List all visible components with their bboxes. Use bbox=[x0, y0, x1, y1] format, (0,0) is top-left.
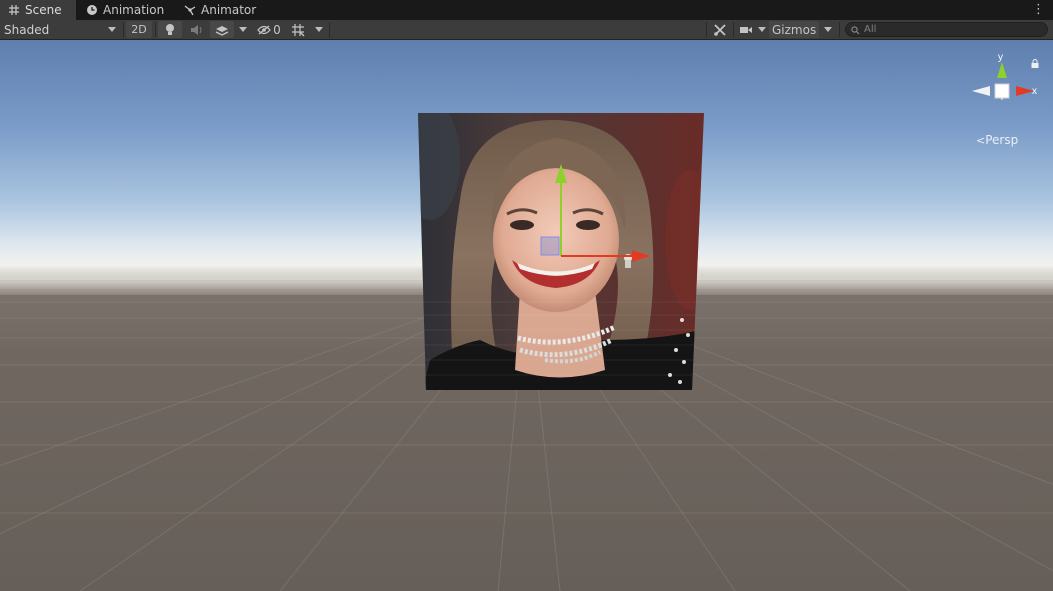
tab-animator-label: Animator bbox=[201, 3, 257, 17]
chevron-down-icon bbox=[239, 27, 247, 32]
grid-snap-toggle[interactable] bbox=[287, 21, 309, 38]
chevron-down-icon bbox=[824, 27, 832, 32]
effects-toggle[interactable] bbox=[210, 21, 234, 38]
projection-toggle[interactable]: <Persp bbox=[976, 133, 1018, 147]
gizmo-y-label: y bbox=[998, 52, 1003, 63]
kebab-menu-icon[interactable]: ⋮ bbox=[1032, 2, 1045, 17]
search-icon bbox=[851, 26, 860, 35]
divider bbox=[123, 22, 124, 37]
textured-quad-object[interactable] bbox=[0, 40, 1053, 591]
tab-scene[interactable]: Scene bbox=[0, 0, 76, 20]
draw-mode-dropdown[interactable]: Shaded bbox=[0, 21, 122, 38]
gizmos-button[interactable]: Gizmos bbox=[769, 21, 819, 38]
effects-layers-icon bbox=[215, 25, 229, 36]
tab-scene-label: Scene bbox=[25, 3, 62, 17]
speaker-icon bbox=[190, 24, 201, 35]
chevron-down-icon bbox=[758, 27, 766, 32]
persp-chevron-icon: < bbox=[976, 134, 986, 147]
clock-icon bbox=[87, 5, 97, 15]
divider bbox=[733, 22, 734, 37]
chevron-down-icon bbox=[108, 27, 116, 32]
grid-dropdown[interactable] bbox=[311, 21, 327, 38]
tools-button[interactable] bbox=[709, 21, 731, 38]
tools-wrench-icon bbox=[714, 23, 726, 36]
effects-dropdown[interactable] bbox=[235, 21, 251, 38]
toggle-2d-button[interactable]: 2D bbox=[126, 21, 152, 38]
camera-dropdown[interactable] bbox=[756, 21, 768, 38]
projection-label: Persp bbox=[985, 133, 1019, 147]
eye-slash-icon bbox=[257, 25, 271, 34]
lightbulb-icon bbox=[166, 24, 174, 35]
audio-toggle[interactable] bbox=[184, 21, 208, 38]
window-tab-bar: Scene Animation Animator ⋮ bbox=[0, 0, 1053, 20]
gizmos-dropdown[interactable] bbox=[820, 21, 836, 38]
toggle-2d-label: 2D bbox=[131, 23, 147, 36]
hidden-count: 0 bbox=[273, 22, 281, 37]
draw-mode-value: Shaded bbox=[4, 22, 50, 37]
gizmos-label: Gizmos bbox=[772, 22, 817, 37]
camera-settings-button[interactable] bbox=[736, 21, 756, 38]
scene-viewport[interactable]: y x <Persp bbox=[0, 40, 1053, 591]
camera-icon bbox=[740, 26, 752, 33]
hidden-objects-toggle[interactable]: 0 bbox=[253, 21, 285, 38]
tab-animation[interactable]: Animation bbox=[78, 0, 174, 20]
lock-icon[interactable] bbox=[1031, 53, 1039, 72]
divider bbox=[155, 22, 156, 37]
animator-graph-icon bbox=[184, 5, 196, 16]
divider bbox=[839, 22, 840, 37]
scene-toolbar: Shaded 2D 0 Gizmos All bbox=[0, 20, 1053, 40]
divider bbox=[706, 22, 707, 37]
gizmo-x-label: x bbox=[1032, 86, 1037, 97]
tab-animation-label: Animation bbox=[103, 3, 165, 17]
grid-hash-icon bbox=[9, 5, 19, 15]
lighting-toggle[interactable] bbox=[158, 21, 182, 38]
search-placeholder: All bbox=[864, 24, 877, 35]
scene-search-field[interactable]: All bbox=[845, 22, 1048, 37]
grid-snap-icon bbox=[292, 23, 305, 36]
chevron-down-icon bbox=[315, 27, 323, 32]
tab-animator[interactable]: Animator bbox=[176, 0, 266, 20]
divider bbox=[329, 22, 330, 37]
